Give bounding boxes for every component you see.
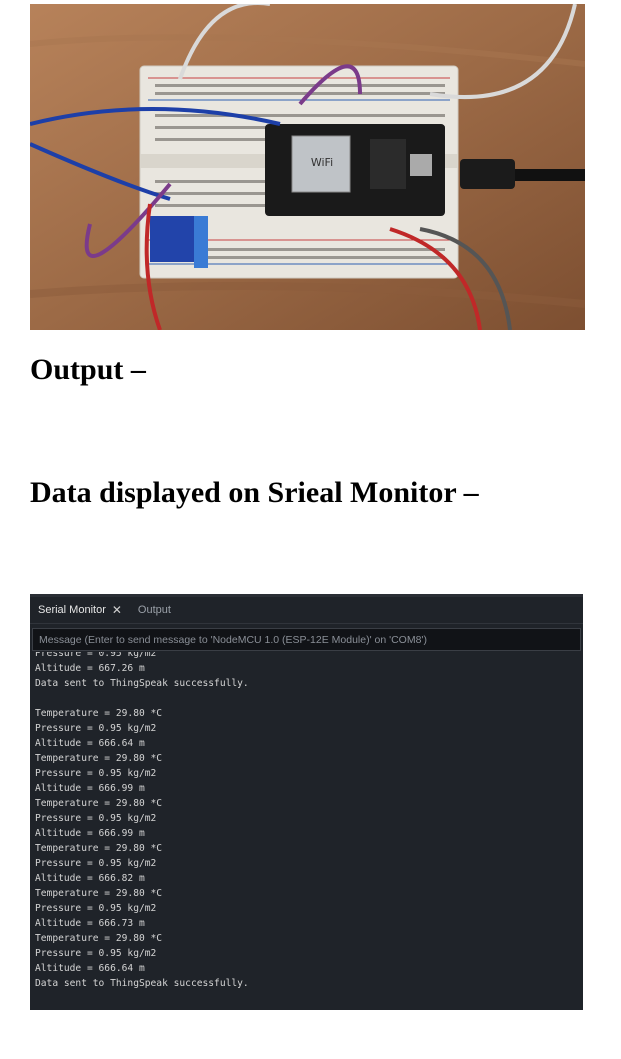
- output-line: Temperature = 29.80 *C: [35, 708, 163, 719]
- output-line: Temperature = 29.80 *C: [35, 798, 163, 809]
- output-line: Altitude = 666.99 m: [35, 783, 145, 794]
- tab-bar: Serial Monitor ✕ Output: [30, 597, 583, 624]
- tab-serial-monitor-label: Serial Monitor: [38, 604, 106, 616]
- output-line: Pressure = 0.95 kg/m2: [35, 768, 157, 779]
- tab-output[interactable]: Output: [130, 597, 179, 623]
- close-icon[interactable]: ✕: [112, 603, 122, 617]
- serial-monitor-panel: Serial Monitor ✕ Output Message (Enter t…: [30, 594, 583, 1010]
- output-line: Temperature = 29.80 *C: [35, 933, 163, 944]
- tab-serial-monitor[interactable]: Serial Monitor ✕: [30, 597, 130, 623]
- output-line: Pressure = 0.95 kg/m2: [35, 948, 157, 959]
- message-input[interactable]: Message (Enter to send message to 'NodeM…: [32, 628, 581, 651]
- output-line: Pressure = 0.95 kg/m2: [35, 723, 157, 734]
- serial-output: Pressure = 0.95 kg/m2 Altitude = 667.26 m…: [30, 652, 583, 991]
- tab-output-label: Output: [137, 604, 171, 616]
- output-line: Temperature = 29.80 *C: [35, 888, 163, 899]
- hardware-photo: WiFi: [30, 4, 585, 330]
- output-line: Altitude = 666.73 m: [35, 918, 145, 929]
- output-line: Pressure = 0.95 kg/m2: [35, 903, 157, 914]
- output-line: Altitude = 666.99 m: [35, 828, 145, 839]
- output-line: Altitude = 666.82 m: [35, 873, 145, 884]
- output-line: Altitude = 666.64 m: [35, 963, 145, 974]
- output-heading: Output –: [30, 353, 146, 386]
- output-line: Pressure = 0.95 kg/m2: [35, 858, 157, 869]
- output-line: Altitude = 666.64 m: [35, 738, 145, 749]
- output-line: Temperature = 29.80 *C: [35, 753, 163, 764]
- serial-monitor-heading: Data displayed on Srieal Monitor –: [30, 476, 479, 509]
- output-line: Pressure = 0.95 kg/m2: [35, 652, 157, 659]
- breadboard-photo-drawing: WiFi: [30, 4, 585, 330]
- output-line: Pressure = 0.95 kg/m2: [35, 813, 157, 824]
- svg-text:WiFi: WiFi: [311, 156, 333, 169]
- output-line: Temperature = 29.80 *C: [35, 843, 163, 854]
- output-line: Data sent to ThingSpeak successfully.: [35, 978, 249, 989]
- output-line: Data sent to ThingSpeak successfully.: [35, 678, 249, 689]
- output-line: Altitude = 667.26 m: [35, 663, 145, 674]
